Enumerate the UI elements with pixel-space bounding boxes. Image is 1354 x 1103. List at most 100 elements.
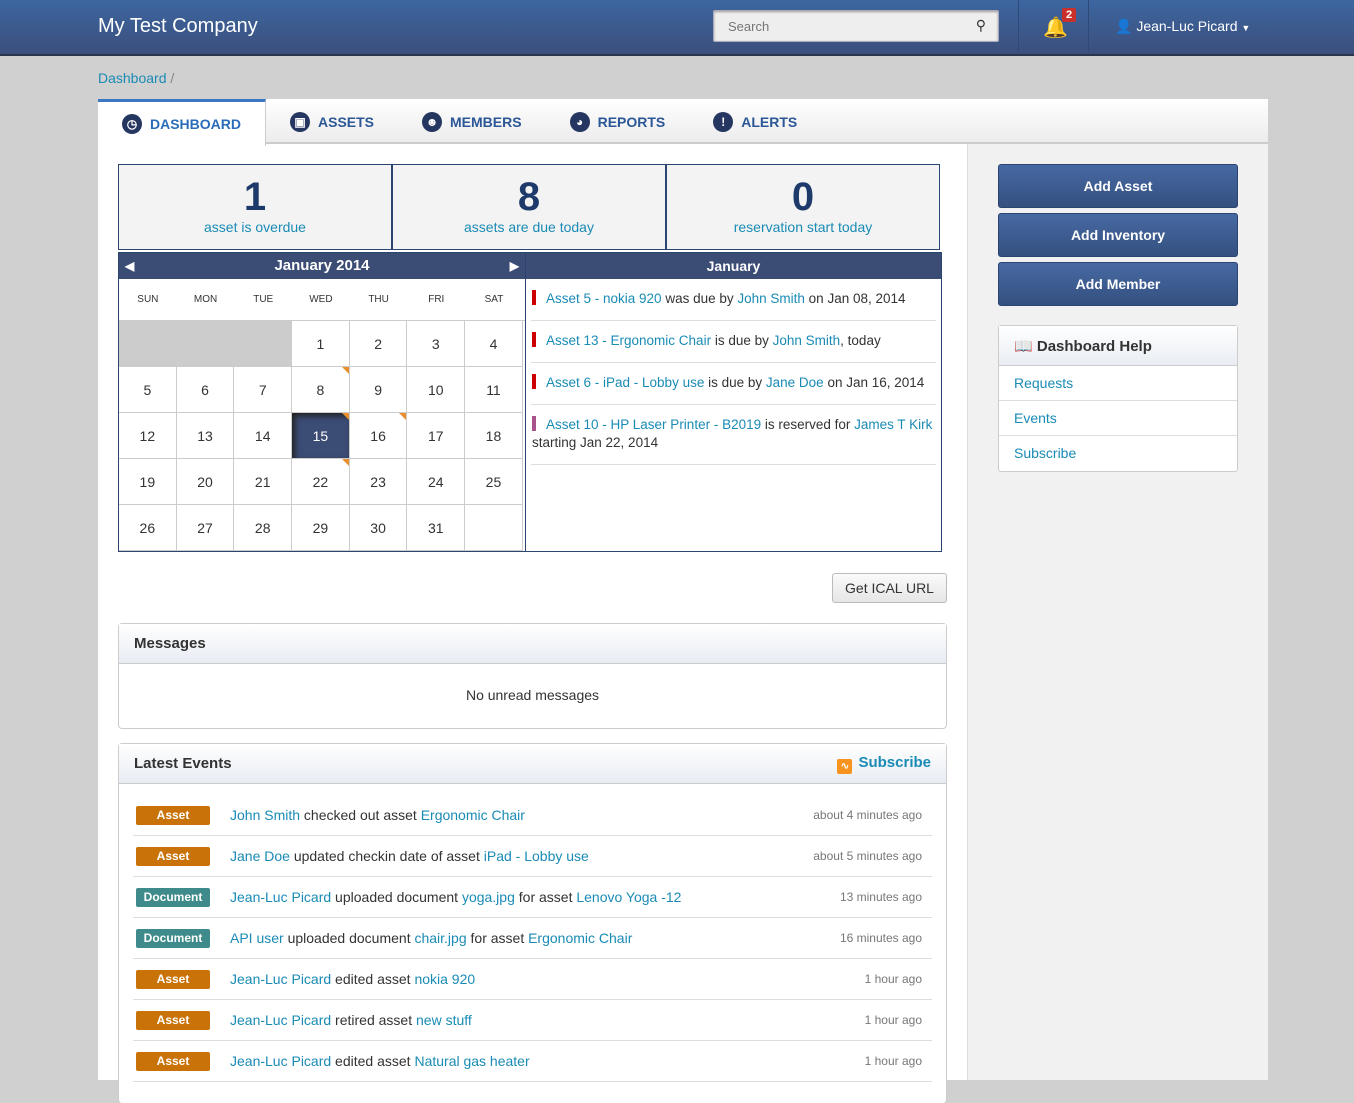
stat-box[interactable]: 8 assets are due today xyxy=(392,164,666,250)
calendar-day[interactable]: 17 xyxy=(407,413,466,459)
calendar-day[interactable]: 23 xyxy=(349,459,408,505)
pie-chart-icon: ◕ xyxy=(569,111,590,132)
add-asset-button[interactable]: Add Asset xyxy=(998,164,1238,208)
brand-name[interactable]: My Test Company xyxy=(98,15,258,38)
calendar-day[interactable]: 21 xyxy=(234,459,293,505)
calendar-day[interactable]: 11 xyxy=(465,367,523,413)
event-text: for asset xyxy=(466,930,529,946)
event-link[interactable]: Asset 5 - nokia 920 xyxy=(546,291,662,306)
calendar-day[interactable]: 20 xyxy=(176,459,235,505)
calendar-day[interactable]: 28 xyxy=(234,505,293,551)
calendar-day[interactable]: 30 xyxy=(349,505,408,551)
briefcase-icon: ▣ xyxy=(290,111,310,132)
tab-alerts[interactable]: ! ALERTS xyxy=(689,99,821,144)
search-icon[interactable]: ⚲ xyxy=(976,17,986,34)
event-link[interactable]: chair.jpg xyxy=(414,930,466,946)
event-text: retired asset xyxy=(331,1012,416,1028)
event-link[interactable]: John Smith xyxy=(773,333,841,348)
calendar-day[interactable]: 29 xyxy=(292,505,350,551)
tab-assets[interactable]: ▣ ASSETS xyxy=(266,99,398,144)
event-link[interactable]: Jean-Luc Picard xyxy=(230,1053,331,1069)
event-type-badge: Document xyxy=(136,928,210,948)
get-ical-url-button[interactable]: Get ICAL URL xyxy=(832,573,947,603)
event-link[interactable]: Jane Doe xyxy=(230,848,290,864)
tab-members[interactable]: ☻ MEMBERS xyxy=(398,99,546,144)
subscribe-link[interactable]: ∿ Subscribe xyxy=(837,754,931,774)
calendar-day[interactable]: 27 xyxy=(176,505,235,551)
event-link[interactable]: James T Kirk xyxy=(854,417,932,432)
breadcrumb: Dashboard / xyxy=(98,70,174,86)
event-link[interactable]: Jean-Luc Picard xyxy=(230,1012,331,1028)
user-icon: 👤 xyxy=(1115,18,1133,34)
event-link[interactable]: Asset 6 - iPad - Lobby use xyxy=(546,375,704,390)
calendar-day[interactable]: 25 xyxy=(465,459,523,505)
event-link[interactable]: John Smith xyxy=(230,807,300,823)
calendar-day[interactable]: 22 xyxy=(292,459,350,505)
calendar-day[interactable]: 15 xyxy=(292,413,350,459)
event-text: was due by xyxy=(661,291,738,306)
event-text: is due by xyxy=(711,333,773,348)
event-link[interactable]: John Smith xyxy=(737,291,805,306)
calendar-day[interactable]: 31 xyxy=(407,505,466,551)
calendar-day[interactable]: 4 xyxy=(465,321,523,367)
dashboard-gauge-icon: ◷ xyxy=(122,114,142,134)
event-link[interactable]: nokia 920 xyxy=(414,971,475,987)
add-inventory-button[interactable]: Add Inventory xyxy=(998,213,1238,257)
messages-title: Messages xyxy=(119,624,946,664)
month-event-item: Asset 13 - Ergonomic Chair is due by Joh… xyxy=(531,321,936,363)
event-link[interactable]: new stuff xyxy=(416,1012,472,1028)
user-menu[interactable]: 👤 Jean-Luc Picard ▼ xyxy=(1115,18,1250,35)
calendar-day[interactable]: 5 xyxy=(119,367,177,413)
search-input[interactable] xyxy=(714,11,954,41)
event-description: Jean-Luc Picard uploaded document yoga.j… xyxy=(230,889,681,905)
calendar-day[interactable]: 24 xyxy=(407,459,466,505)
help-link-requests[interactable]: Requests xyxy=(999,366,1237,401)
calendar-title: January 2014 xyxy=(274,257,370,274)
event-link[interactable]: Natural gas heater xyxy=(414,1053,529,1069)
calendar-day[interactable]: 9 xyxy=(349,367,408,413)
tab-reports[interactable]: ◕ REPORTS xyxy=(546,99,690,144)
event-link[interactable]: Ergonomic Chair xyxy=(421,807,525,823)
event-link[interactable]: Asset 13 - Ergonomic Chair xyxy=(546,333,711,348)
calendar-day[interactable]: 2 xyxy=(349,321,408,367)
stat-box[interactable]: 0 reservation start today xyxy=(666,164,940,250)
calendar-day[interactable]: 6 xyxy=(176,367,235,413)
event-link[interactable]: Jean-Luc Picard xyxy=(230,971,331,987)
divider xyxy=(1018,0,1019,52)
event-link[interactable]: Asset 10 - HP Laser Printer - B2019 xyxy=(546,417,761,432)
stat-box[interactable]: 1 asset is overdue xyxy=(118,164,392,250)
add-member-button[interactable]: Add Member xyxy=(998,262,1238,306)
calendar-day[interactable]: 26 xyxy=(119,505,177,551)
event-text: on Jan 16, 2014 xyxy=(823,375,925,390)
calendar-grid: 1 2 3 4 5 6 7 8 9 10 11 12 13 14 15 16 17 18 19 20 21 22 23 24 2… xyxy=(119,321,525,551)
calendar-day[interactable]: 18 xyxy=(465,413,523,459)
notification-badge[interactable]: 2 xyxy=(1062,8,1077,22)
calendar-day[interactable]: 3 xyxy=(407,321,466,367)
event-link[interactable]: Ergonomic Chair xyxy=(528,930,632,946)
calendar-day[interactable]: 8 xyxy=(292,367,350,413)
calendar-day[interactable]: 19 xyxy=(119,459,177,505)
next-month-icon[interactable]: ▶ xyxy=(510,253,519,279)
event-link[interactable]: Lenovo Yoga -12 xyxy=(576,889,681,905)
calendar-day[interactable]: 1 xyxy=(292,321,350,367)
stats-row: 1 asset is overdue 8 assets are due today 0 r… xyxy=(118,164,940,250)
help-link-subscribe[interactable]: Subscribe xyxy=(999,436,1237,471)
event-row: Asset Jane Doe updated checkin date of as… xyxy=(133,836,932,877)
calendar-day[interactable]: 12 xyxy=(119,413,177,459)
calendar-day[interactable]: 16 xyxy=(349,413,408,459)
calendar-day[interactable]: 10 xyxy=(407,367,466,413)
breadcrumb-dashboard[interactable]: Dashboard xyxy=(98,70,167,86)
calendar-blank xyxy=(465,505,523,551)
tab-dashboard[interactable]: ◷ DASHBOARD xyxy=(98,99,266,146)
calendar-day[interactable]: 14 xyxy=(234,413,293,459)
event-link[interactable]: Jane Doe xyxy=(766,375,824,390)
event-link[interactable]: iPad - Lobby use xyxy=(484,848,589,864)
event-time: about 4 minutes ago xyxy=(813,808,922,822)
calendar-day[interactable]: 7 xyxy=(234,367,293,413)
event-link[interactable]: API user xyxy=(230,930,284,946)
help-link-events[interactable]: Events xyxy=(999,401,1237,436)
event-link[interactable]: yoga.jpg xyxy=(462,889,515,905)
prev-month-icon[interactable]: ◀ xyxy=(125,253,134,279)
event-link[interactable]: Jean-Luc Picard xyxy=(230,889,331,905)
calendar-day[interactable]: 13 xyxy=(176,413,235,459)
